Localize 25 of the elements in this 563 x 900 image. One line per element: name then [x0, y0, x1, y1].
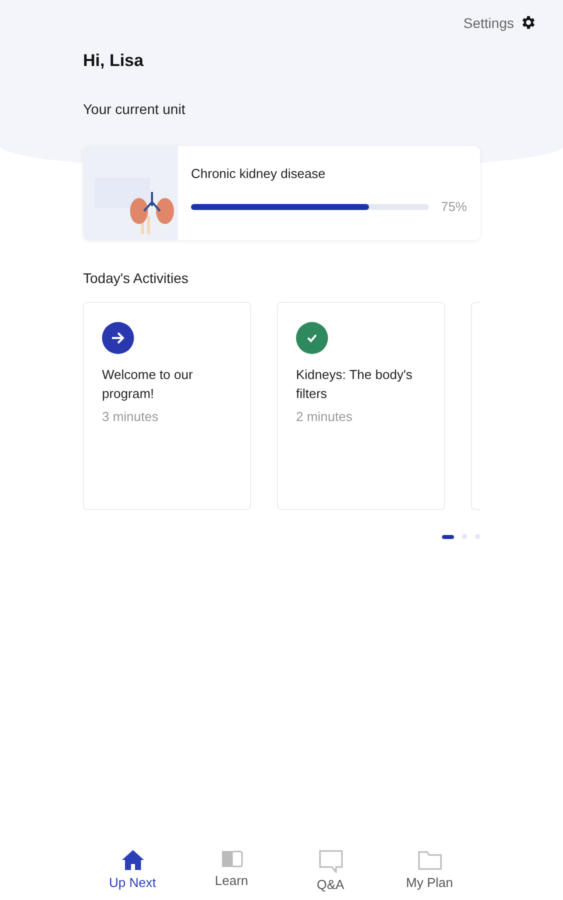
activity-title: Welcome to our program!: [102, 366, 194, 403]
activity-duration: 3 minutes: [102, 409, 160, 424]
unit-title: Chronic kidney disease: [191, 166, 326, 181]
nav-tab[interactable]: Learn: [182, 849, 281, 892]
nav-tab[interactable]: My Plan: [380, 849, 479, 892]
folder-icon: [416, 849, 442, 871]
chat-icon: [318, 849, 344, 873]
section-heading: Today's Activities: [83, 270, 190, 286]
check-icon: [296, 322, 328, 354]
book-icon: [220, 849, 244, 869]
pager-dot[interactable]: [475, 534, 480, 539]
pager-dot[interactable]: [462, 534, 467, 539]
home-icon: [120, 849, 144, 871]
settings-icon[interactable]: [520, 14, 537, 31]
section-heading: Your current unit: [83, 101, 186, 117]
progress-percent: 75%: [440, 199, 467, 214]
settings-link[interactable]: Settings: [463, 14, 514, 30]
activity-card[interactable]: Kidneys: The body's filters 2 minutes: [277, 302, 445, 510]
unit-card[interactable]: Chronic kidney disease 75%: [83, 146, 480, 240]
activity-card[interactable]: Welcome to our program! 3 minutes: [83, 302, 251, 510]
activity-title: Kidneys: The body's filters: [296, 366, 414, 403]
nav-tab[interactable]: Up Next: [83, 849, 182, 892]
nav-tab[interactable]: Q&A: [281, 849, 380, 892]
greeting: Hi, Lisa: [83, 51, 144, 71]
activity-duration: 2 minutes: [296, 409, 354, 424]
